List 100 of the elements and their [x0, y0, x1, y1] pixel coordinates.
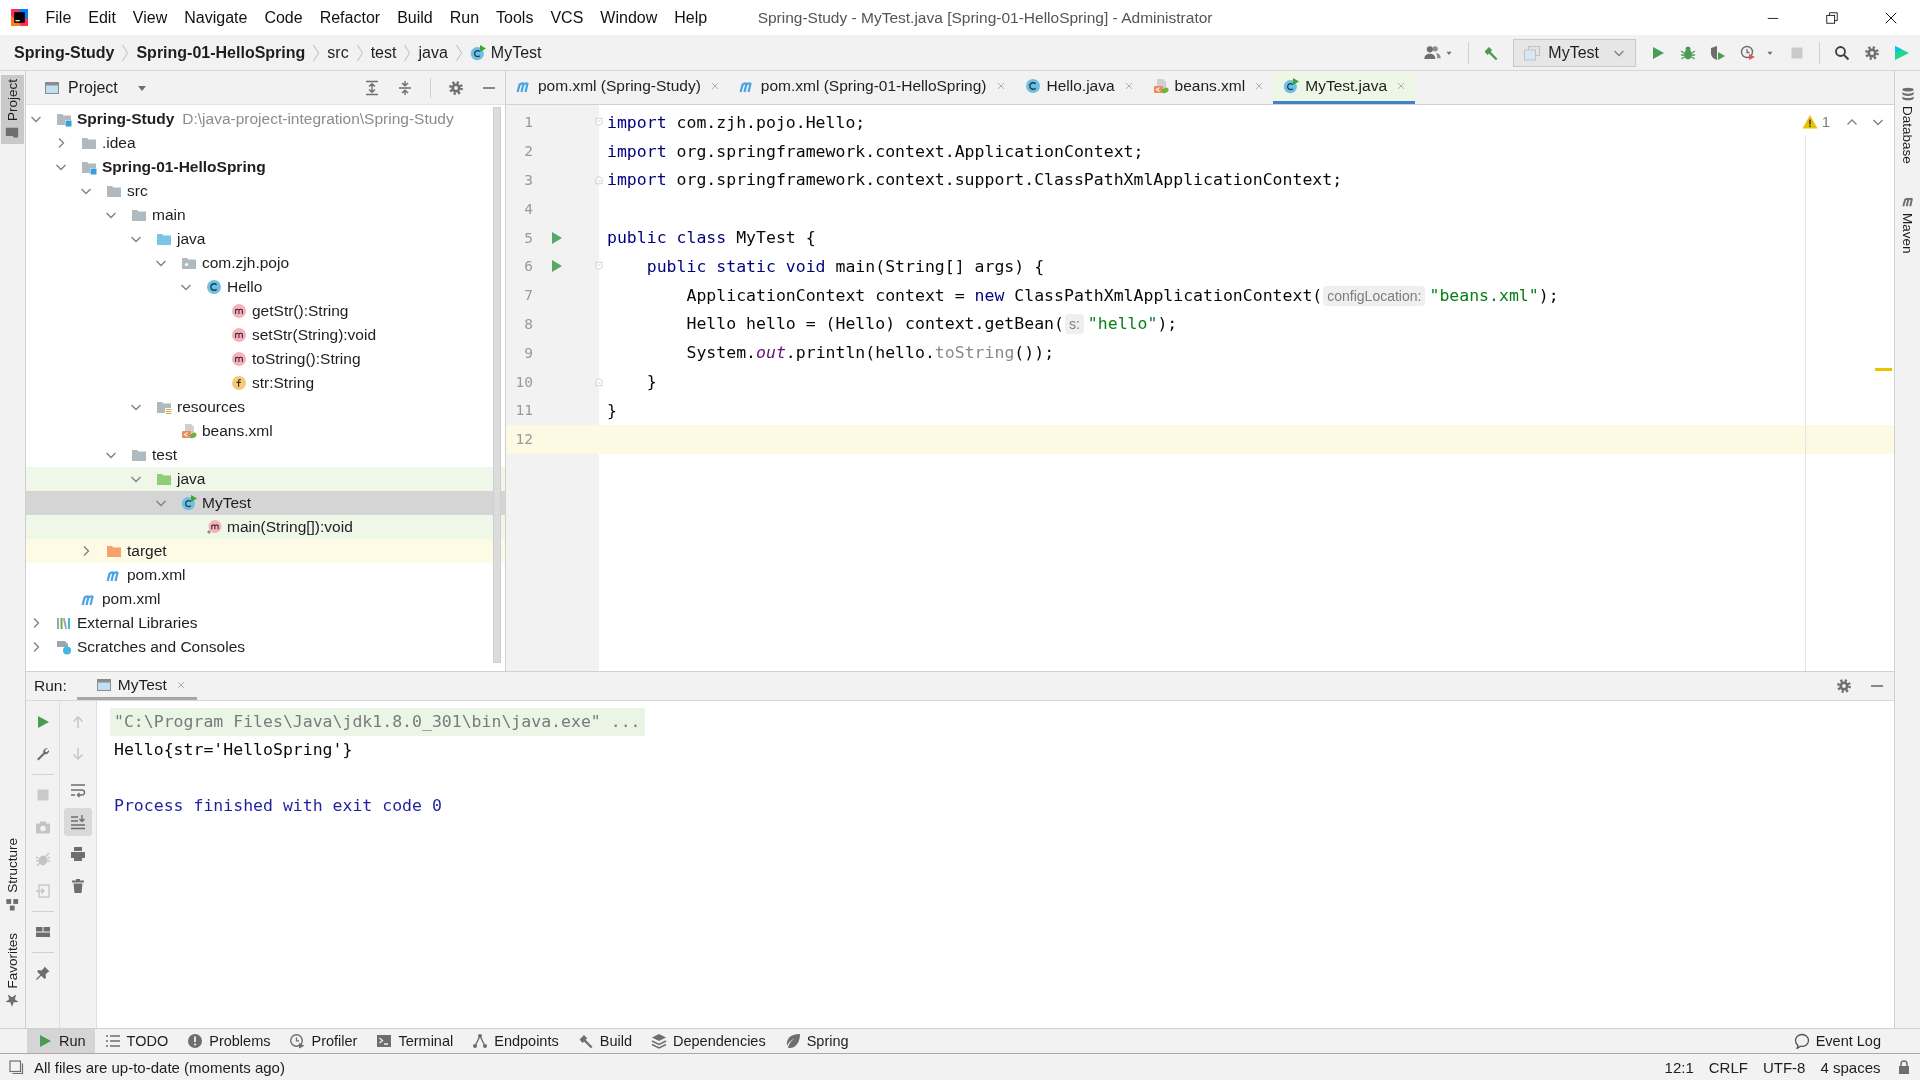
tree-item[interactable]: str:String	[26, 371, 505, 395]
tree-item[interactable]: main(String[]):void	[26, 515, 505, 539]
pin-icon[interactable]	[34, 965, 51, 981]
menu-item[interactable]: Code	[255, 8, 312, 27]
expand-all-icon[interactable]	[364, 79, 380, 96]
breadcrumb-item[interactable]: Spring-Study	[14, 43, 115, 62]
warning-marker-icon[interactable]	[1875, 368, 1892, 371]
lock-icon[interactable]	[1896, 1059, 1912, 1075]
tree-item[interactable]: MyTest	[26, 491, 505, 515]
panel-title[interactable]: Project	[68, 78, 118, 97]
collapse-all-icon[interactable]	[397, 79, 413, 96]
editor-tab[interactable]: pom.xml (Spring-01-HelloSpring)	[728, 71, 1015, 104]
close-icon[interactable]	[1883, 10, 1898, 25]
editor-tab[interactable]: beans.xml	[1142, 71, 1274, 104]
tool-window-button[interactable]: Dependencies	[640, 1029, 775, 1053]
menu-item[interactable]: File	[37, 8, 80, 27]
tree-item[interactable]: com.zjh.pojo	[26, 251, 505, 275]
tool-window-tab[interactable]: Maven	[1896, 189, 1919, 258]
breadcrumb-item[interactable]: Spring-01-HelloSpring	[136, 43, 306, 62]
restore-icon[interactable]	[1824, 10, 1839, 25]
menu-item[interactable]: Help	[665, 8, 716, 27]
tree-item[interactable]: target	[26, 539, 505, 563]
breadcrumb-item[interactable]: java	[418, 43, 448, 62]
run-icon[interactable]	[1650, 44, 1666, 61]
menu-item[interactable]: Run	[441, 8, 488, 27]
users-icon[interactable]	[1423, 44, 1443, 61]
tree-item[interactable]: External Libraries	[26, 611, 505, 635]
tree-item[interactable]: main	[26, 203, 505, 227]
fold-marker-icon[interactable]	[594, 375, 604, 388]
print-icon[interactable]	[70, 846, 86, 862]
tool-window-button[interactable]: Endpoints	[462, 1029, 568, 1053]
bug-icon[interactable]	[1680, 44, 1696, 61]
tree-item[interactable]: .idea	[26, 131, 505, 155]
clock-icon[interactable]	[1740, 44, 1756, 61]
tree-item[interactable]: setStr(String):void	[26, 323, 505, 347]
run-tab[interactable]: MyTest	[76, 672, 197, 700]
line-separator[interactable]: CRLF	[1701, 1058, 1756, 1076]
tree-item[interactable]: resources	[26, 395, 505, 419]
tool-window-button[interactable]: Spring	[774, 1029, 858, 1053]
tree-item[interactable]: Hello	[26, 275, 505, 299]
tool-window-button[interactable]: Terminal	[366, 1029, 463, 1053]
fold-marker-icon[interactable]	[594, 174, 604, 186]
overlapping-squares-icon[interactable]	[8, 1059, 24, 1075]
tree-item[interactable]: Spring-01-HelloSpring	[26, 155, 505, 179]
editor-tab[interactable]: pom.xml (Spring-Study)	[506, 71, 729, 104]
search-icon[interactable]	[1834, 44, 1850, 61]
settings-icon[interactable]	[448, 79, 464, 96]
fold-marker-icon[interactable]	[594, 116, 604, 129]
menu-item[interactable]: VCS	[541, 8, 592, 27]
tool-window-button[interactable]: Build	[567, 1029, 641, 1053]
tree-item[interactable]: toString():String	[26, 347, 505, 371]
tool-window-button[interactable]: Run	[27, 1029, 95, 1053]
run-configuration-selector[interactable]: MyTest	[1513, 38, 1636, 67]
indent-setting[interactable]: 4 spaces	[1812, 1058, 1888, 1076]
caret-position[interactable]: 12:1	[1657, 1058, 1702, 1076]
tree-item[interactable]: pom.xml	[26, 587, 505, 611]
fold-marker-icon[interactable]	[594, 260, 604, 273]
editor-tab[interactable]: Hello.java	[1014, 71, 1143, 104]
warning-count[interactable]: 1	[1821, 113, 1830, 130]
tree-item[interactable]: Scratches and Consoles	[26, 635, 505, 659]
tool-window-button[interactable]: TODO	[94, 1029, 178, 1053]
editor-tab[interactable]: MyTest.java	[1273, 71, 1416, 104]
tree-item[interactable]: Spring-Study D:\java-project-integration\Spring-Study	[26, 107, 505, 131]
soft-wrap-icon[interactable]	[70, 782, 86, 798]
breadcrumb-item[interactable]: src	[327, 43, 349, 62]
tool-window-button[interactable]: Profiler	[279, 1029, 367, 1053]
tool-window-tab[interactable]: Favorites	[1, 929, 24, 1012]
logo-icon[interactable]	[1894, 44, 1910, 61]
menu-item[interactable]: View	[124, 8, 176, 27]
wrench-icon[interactable]	[34, 746, 51, 762]
shield-run-icon[interactable]	[1710, 44, 1726, 61]
tree-item[interactable]: java	[26, 227, 505, 251]
tool-window-tab[interactable]: Structure	[1, 833, 24, 916]
trash-icon[interactable]	[70, 878, 86, 894]
tree-item[interactable]: src	[26, 179, 505, 203]
menu-item[interactable]: Edit	[79, 8, 125, 27]
hammer-icon[interactable]	[1483, 44, 1500, 61]
breadcrumb-item[interactable]: MyTest	[469, 43, 542, 62]
breadcrumb-item[interactable]: test	[370, 43, 397, 62]
settings-icon[interactable]	[1836, 678, 1852, 694]
tool-window-button[interactable]: Problems	[177, 1029, 280, 1053]
tree-item[interactable]: beans.xml	[26, 419, 505, 443]
tree-item[interactable]: pom.xml	[26, 563, 505, 587]
warning-icon[interactable]	[1801, 113, 1818, 130]
scrollbar-thumb[interactable]	[493, 107, 501, 663]
scroll-to-end-icon[interactable]	[64, 808, 92, 836]
tree-item[interactable]: getStr():String	[26, 299, 505, 323]
file-encoding[interactable]: UTF-8	[1755, 1058, 1813, 1076]
tool-window-tab[interactable]: Project	[1, 75, 24, 145]
menu-item[interactable]: Refactor	[311, 8, 389, 27]
tool-window-tab[interactable]: Database	[1896, 83, 1919, 168]
layout-icon[interactable]	[34, 924, 51, 940]
tree-item[interactable]: test	[26, 443, 505, 467]
settings-icon[interactable]	[1864, 44, 1880, 61]
tool-window-button[interactable]: Event Log	[1783, 1029, 1890, 1053]
menu-item[interactable]: Build	[388, 8, 442, 27]
tree-item[interactable]: java	[26, 467, 505, 491]
menu-item[interactable]: Window	[591, 8, 666, 27]
menu-item[interactable]: Tools	[487, 8, 542, 27]
menu-item[interactable]: Navigate	[175, 8, 256, 27]
